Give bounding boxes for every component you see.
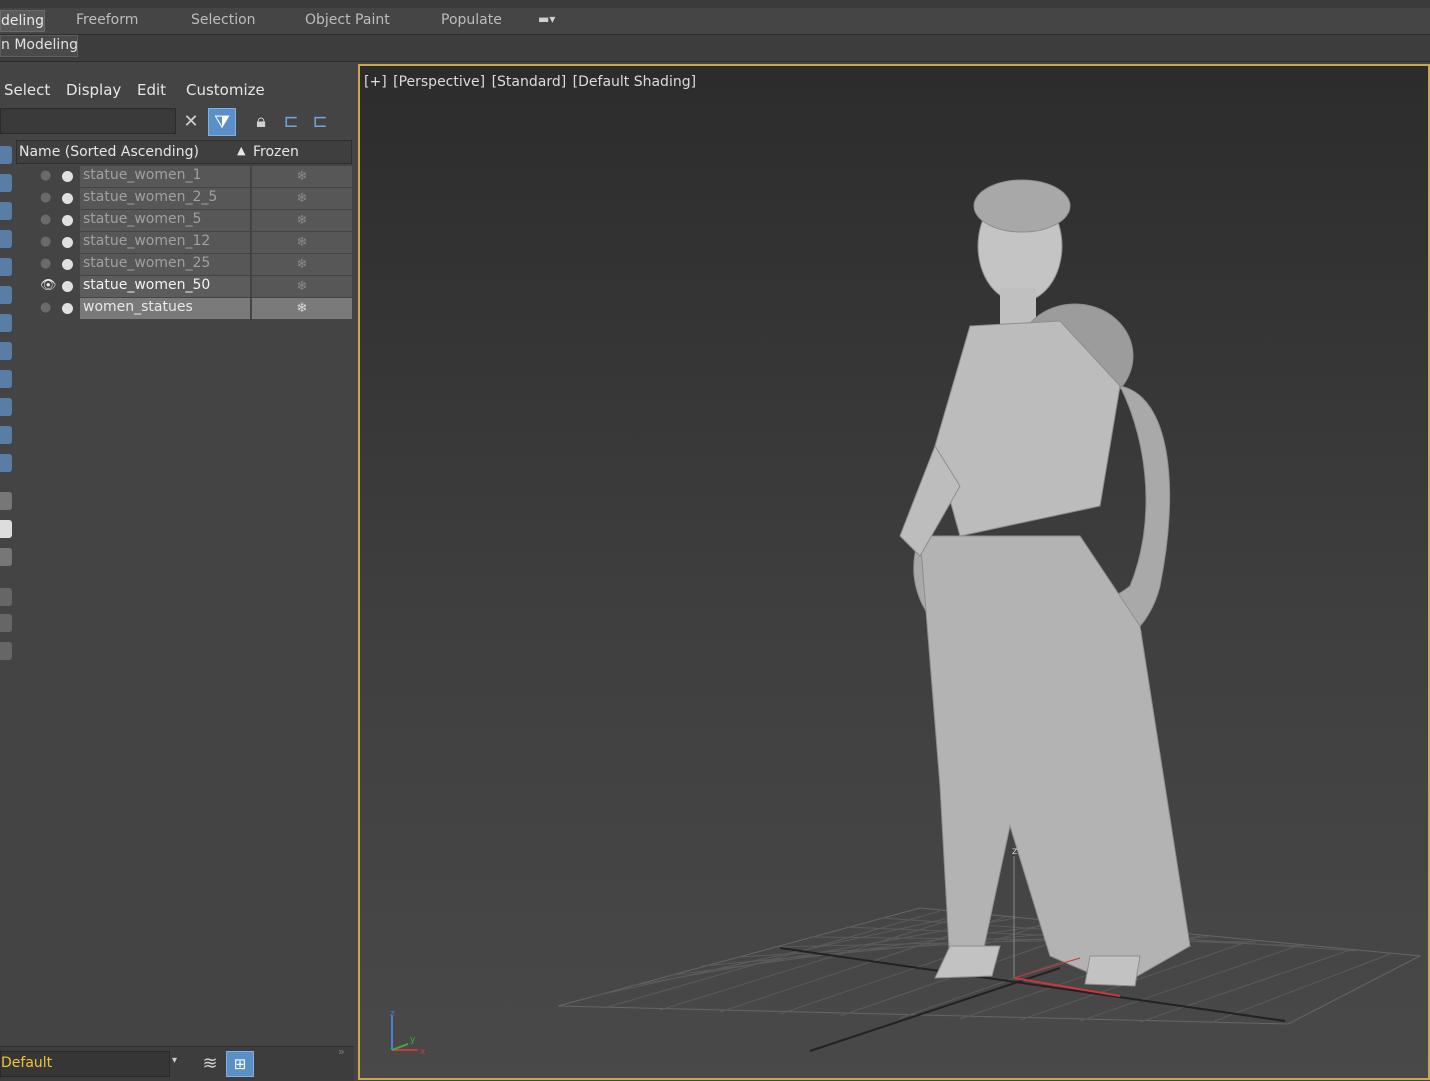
visibility-eye-icon[interactable]: ● [40,235,56,248]
axis-z-label: z [390,1009,395,1019]
table-row[interactable]: 👁︎ statue_women_50 ❄ [30,276,352,298]
menu-select[interactable]: Select [4,81,50,99]
frozen-snowflake-icon[interactable]: ❄ [252,254,352,275]
polygon-modeling-panel[interactable]: n Modeling [0,35,78,57]
filter-icon[interactable]: ⧩ [208,108,236,136]
object-name[interactable]: women_statues [80,298,250,319]
lights-icon[interactable] [0,258,12,276]
visibility-eye-icon[interactable]: ● [40,169,56,182]
renderable-dot-icon[interactable] [62,237,73,248]
frozen-snowflake-icon[interactable]: ❄ [252,166,352,187]
groups-icon[interactable] [0,370,12,388]
visibility-eye-icon[interactable]: ● [40,257,56,270]
explorer-bottom-bar: » Default ▾ ≋ ⊞ [0,1045,354,1081]
frozen-filter-icon[interactable] [0,492,12,510]
table-row[interactable]: ● statue_women_1 ❄ [30,166,352,188]
hierarchy-view-icon[interactable]: ⊞ [226,1051,254,1077]
options-icon[interactable] [0,548,12,566]
xrefs-icon[interactable] [0,398,12,416]
pin-icon[interactable] [0,642,12,660]
containers-icon[interactable] [0,454,12,472]
explorer-side-toolbar [0,138,14,758]
axis-tripod: z y x [390,1009,426,1057]
lock-icon[interactable]: 🔒︎ [247,108,275,136]
tab-populate[interactable]: Populate [441,12,502,28]
home-grid [557,907,1422,1052]
ribbon-options-icon[interactable]: ▬▾ [538,12,555,26]
renderable-dot-icon[interactable] [62,215,73,226]
table-row[interactable]: ● women_statues ❄ [30,298,352,320]
renderable-dot-icon[interactable] [62,281,73,292]
space-warps-icon[interactable] [0,342,12,360]
object-name[interactable]: statue_women_1 [80,166,250,187]
ribbon-tabs: deling Freeform Selection Object Paint P… [0,8,1430,35]
layers-icon[interactable]: ≋ [196,1051,224,1077]
axis-x-label: x [420,1047,426,1057]
frozen-snowflake-icon[interactable]: ❄ [252,210,352,231]
object-name[interactable]: statue_women_50 [80,276,250,297]
scene-explorer-menubar: Select Display Edit Customize [0,72,352,106]
viewport-scene: z z y x [390,179,1422,1057]
layer-dropdown[interactable]: Default [0,1051,170,1077]
perspective-viewport[interactable]: [+] [Perspective] [Standard] [Default Sh… [358,64,1430,1080]
filter-list-icon[interactable] [0,614,12,632]
menu-display[interactable]: Display [66,81,121,99]
expand-icon[interactable]: » [338,1045,345,1058]
hidden-filter-icon[interactable] [0,520,12,538]
table-header: Name (Sorted Ascending) ▲ Frozen [16,140,352,164]
visibility-eye-icon[interactable]: 👁︎ [40,279,57,292]
cameras-icon[interactable] [0,286,12,304]
renderable-dot-icon[interactable] [62,171,73,182]
object-name[interactable]: statue_women_12 [80,232,250,253]
sort-ascending-icon: ▲ [237,144,246,157]
column-frozen-header[interactable]: Frozen [253,144,299,160]
clear-search-icon[interactable]: ✕ [177,108,205,136]
geometry-icon[interactable] [0,202,12,220]
tab-freeform[interactable]: Freeform [76,12,138,28]
search-input[interactable] [0,108,176,134]
tab-modeling[interactable]: deling [0,10,45,32]
renderable-dot-icon[interactable] [62,259,73,270]
renderable-dot-icon[interactable] [62,193,73,204]
axis-y-label: y [410,1035,416,1045]
gizmo-z-label: z [1012,846,1017,857]
helpers-icon[interactable] [0,314,12,332]
table-row[interactable]: ● statue_women_2_5 ❄ [30,188,352,210]
hierarchy-icon[interactable]: ⊏ [277,108,305,136]
visibility-eye-icon[interactable]: ● [40,213,56,226]
display-all-icon[interactable] [0,174,12,192]
visibility-eye-icon[interactable]: ● [40,301,56,314]
statue-model[interactable] [899,179,1191,987]
menu-customize[interactable]: Customize [186,81,265,99]
table-row[interactable]: ● statue_women_25 ❄ [30,254,352,276]
visibility-eye-icon[interactable]: ● [40,191,56,204]
tab-selection[interactable]: Selection [191,12,256,28]
ribbon-panel-bar: n Modeling [0,35,1430,62]
shapes-icon[interactable] [0,230,12,248]
column-name-header[interactable]: Name (Sorted Ascending) [19,144,199,160]
frozen-snowflake-icon[interactable]: ❄ [252,298,352,319]
table-row[interactable]: ● statue_women_5 ❄ [30,210,352,232]
table-row[interactable]: ● statue_women_12 ❄ [30,232,352,254]
frozen-snowflake-icon[interactable]: ❄ [252,188,352,209]
link-icon[interactable] [0,588,12,606]
bones-icon[interactable] [0,426,12,444]
frozen-snowflake-icon[interactable]: ❄ [252,276,352,297]
renderable-dot-icon[interactable] [62,303,73,314]
tab-object-paint[interactable]: Object Paint [305,12,390,28]
frozen-snowflake-icon[interactable]: ❄ [252,232,352,253]
chevron-down-icon[interactable]: ▾ [172,1055,177,1066]
scene-explorer: Select Display Edit Customize ✕ ⧩ 🔒︎ ⊏ ⊏… [0,62,354,1081]
object-name[interactable]: statue_women_25 [80,254,250,275]
object-name[interactable]: statue_women_2_5 [80,188,250,209]
hierarchy-collapse-icon[interactable]: ⊏ [306,108,334,136]
menu-edit[interactable]: Edit [137,81,166,99]
object-name[interactable]: statue_women_5 [80,210,250,231]
display-none-icon[interactable] [0,146,12,164]
